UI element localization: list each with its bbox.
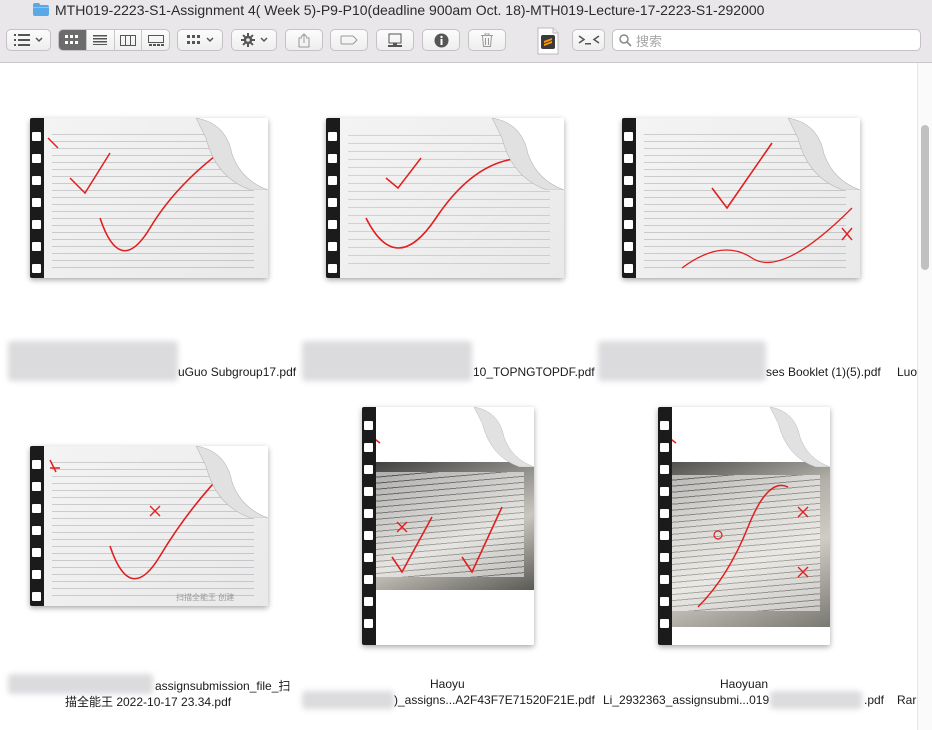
view-gallery-button[interactable] (142, 30, 169, 50)
page-curl (196, 446, 268, 518)
group-button[interactable] (177, 29, 223, 51)
pdf-thumbnail (30, 118, 268, 278)
gallery-icon (147, 34, 164, 46)
tag-icon (340, 35, 358, 45)
file-name-5-line2[interactable]: )_assigns...A2F43F7E71520F21E.pdf (394, 693, 595, 707)
toolbar: 搜索 (0, 24, 932, 63)
chevron-down-icon (205, 37, 214, 43)
file-name-cut-row2[interactable]: Rar (897, 693, 916, 707)
page-curl (788, 118, 860, 190)
page-curl (474, 407, 534, 467)
chevron-down-icon (35, 37, 43, 43)
tag-button[interactable] (330, 29, 368, 51)
search-placeholder: 搜索 (636, 33, 663, 49)
title-bar: MTH019-2223-S1-Assignment 4( Week 5)-P9-… (0, 0, 932, 24)
folder-icon (33, 3, 49, 16)
pdf-thumbnail (622, 118, 860, 278)
file-item[interactable] (352, 407, 537, 647)
redacted-filename (770, 691, 862, 709)
file-item[interactable] (620, 118, 860, 338)
list-icon (14, 34, 30, 46)
columns-icon (119, 34, 136, 46)
redacted-filename (302, 341, 472, 381)
lines-icon (93, 35, 108, 45)
terminal-icon (578, 35, 599, 45)
redacted-filename (8, 674, 153, 694)
view-column-button[interactable] (115, 30, 143, 50)
search-field[interactable]: 搜索 (612, 29, 921, 51)
window-title: MTH019-2223-S1-Assignment 4( Week 5)-P9-… (55, 2, 765, 18)
terminal-button[interactable] (572, 29, 605, 51)
redacted-filename (302, 691, 394, 709)
view-icon-button[interactable] (59, 30, 87, 50)
info-icon (434, 33, 448, 47)
view-list-button[interactable] (87, 30, 115, 50)
file-name-cut-row1[interactable]: Luo (897, 365, 917, 379)
action-button[interactable] (231, 29, 277, 51)
file-item[interactable]: 扫描全能王 创建 (28, 446, 270, 621)
list-options-button[interactable] (6, 29, 51, 51)
file-name-6-line2a[interactable]: Li_2932363_assignsubmi...019 (603, 693, 769, 707)
file-item[interactable] (324, 118, 564, 338)
file-name-6-line2b[interactable]: .pdf (864, 693, 884, 707)
sublime-button[interactable] (536, 26, 560, 56)
share-icon (298, 32, 310, 47)
page-curl (770, 407, 830, 467)
grid-icon (186, 35, 200, 44)
file-name-2[interactable]: 10_TOPNGTOPDF.pdf (473, 365, 595, 379)
pdf-thumbnail: 扫描全能王 创建 (30, 446, 268, 606)
file-name-4-line1[interactable]: assignsubmission_file_扫 (155, 677, 290, 694)
grid-icon (65, 35, 79, 44)
chevron-down-icon (259, 37, 268, 43)
share-button[interactable] (285, 29, 323, 51)
redacted-filename (8, 341, 178, 381)
sublime-text-icon (537, 27, 559, 55)
connect-button[interactable] (376, 29, 414, 51)
file-name-3[interactable]: ses Booklet (1)(5).pdf (766, 365, 881, 379)
page-curl (196, 118, 268, 190)
pdf-thumbnail (362, 407, 534, 645)
computer-icon (388, 33, 402, 47)
pdf-thumbnail (658, 407, 830, 645)
pdf-thumbnail (326, 118, 564, 278)
scrollbar-thumb[interactable] (921, 125, 929, 270)
view-segmented-control (58, 29, 170, 51)
file-icon-grid: uGuo Subgroup17.pdf 10_TOPNGTOPDF.pdf se… (0, 63, 932, 730)
file-item[interactable] (28, 118, 268, 338)
trash-button[interactable] (468, 29, 506, 51)
search-icon (619, 33, 632, 47)
info-button[interactable] (422, 29, 460, 51)
file-item[interactable] (648, 407, 833, 647)
file-name-5-line1[interactable]: Haoyu (430, 677, 465, 691)
file-name-4-line2[interactable]: 描全能王 2022-10-17 23.34.pdf (65, 693, 231, 710)
file-name-6-line1[interactable]: Haoyuan (720, 677, 768, 691)
trash-icon (481, 33, 493, 47)
file-name-1[interactable]: uGuo Subgroup17.pdf (178, 365, 296, 379)
redacted-filename (598, 341, 766, 381)
gear-icon (240, 33, 255, 47)
scanner-watermark: 扫描全能王 创建 (176, 593, 235, 602)
page-curl (492, 118, 564, 190)
